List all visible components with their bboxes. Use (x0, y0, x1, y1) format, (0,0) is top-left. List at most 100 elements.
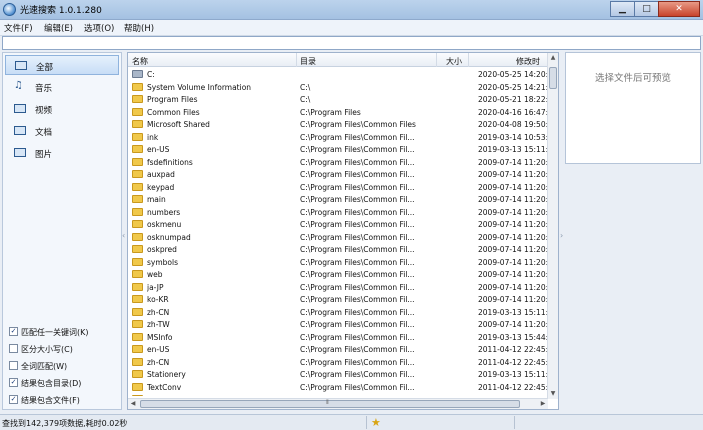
table-row[interactable]: TextConv C:\Program Files\Common Fil... 20… (128, 381, 548, 394)
option-include-directories[interactable]: ✓ 结果包含目录(D) (9, 376, 121, 390)
file-directory: C:\Program Files\Common Fil... (300, 132, 415, 142)
column-divider[interactable] (436, 53, 437, 67)
table-row[interactable]: web C:\Program Files\Common Fil... 2009-07… (128, 268, 548, 281)
maximize-button[interactable]: □ (634, 1, 659, 17)
file-modified-time: 2019-03-13 15:11: (478, 145, 548, 154)
collapse-left-icon[interactable]: ‹ (122, 230, 126, 242)
table-row[interactable]: auxpad C:\Program Files\Common Fil... 2009… (128, 168, 548, 181)
table-row[interactable]: en-USC:\Program Files\Common Fil...2011-… (128, 343, 548, 356)
file-directory: C:\Program Files\Common Fil... (300, 270, 415, 279)
checkbox-checked-icon[interactable]: ✓ (9, 378, 18, 387)
scroll-left-icon[interactable]: ◀ (128, 399, 138, 409)
folder-icon (132, 232, 143, 241)
file-name: C: (147, 70, 155, 79)
column-divider[interactable] (468, 53, 469, 67)
collapse-right-icon[interactable]: › (560, 230, 564, 242)
file-name: ink (147, 132, 159, 142)
table-row[interactable]: oskpred C:\Program Files\Common Fil... 200… (128, 243, 548, 256)
category-picture[interactable]: 图片 (5, 143, 119, 163)
file-modified-time: 2020-05-25 14:20: (478, 70, 548, 79)
music-icon: ♫ (14, 80, 23, 91)
category-video[interactable]: 视频 (5, 99, 119, 119)
table-row[interactable]: Program Files C:\ 2020-05-21 18:22: (128, 93, 548, 106)
category-document[interactable]: 文档 (5, 121, 119, 141)
checkbox-checked-icon[interactable]: ✓ (9, 395, 18, 404)
close-button[interactable]: ✕ (658, 1, 700, 17)
file-modified-time: 2009-07-14 11:20: (478, 157, 548, 167)
checkbox-unchecked-icon[interactable] (9, 361, 18, 370)
table-row[interactable]: ja-JP C:\Program Files\Common Fil... 2009-… (128, 281, 548, 294)
table-row[interactable]: en-US C:\Program Files\Common Fil... 2019-… (128, 143, 548, 156)
minimize-button[interactable]: ▁ (610, 1, 635, 17)
grip-icon: ⦀ (326, 399, 329, 406)
table-row[interactable]: symbols C:\Program Files\Common Fil... 200… (128, 256, 548, 269)
file-modified-time: 2009-07-14 11:20: (478, 195, 548, 204)
horizontal-scrollbar[interactable]: ◀ ⦀ ▶ (128, 398, 548, 409)
checkbox-checked-icon[interactable]: ✓ (9, 327, 18, 336)
table-row[interactable]: fsdefinitions C:\Program Files\Common Fil… (128, 156, 548, 169)
scroll-right-icon[interactable]: ▶ (538, 399, 548, 409)
option-whole-word[interactable]: 全词匹配(W) (9, 359, 121, 373)
folder-icon (132, 170, 143, 178)
table-row[interactable]: oskmenu C:\Program Files\Common Fil... 200… (128, 218, 548, 231)
file-name: en-US (147, 395, 297, 396)
search-input[interactable] (3, 37, 700, 49)
folder-icon (132, 332, 143, 341)
table-row[interactable]: en-USC:\Program Files\Common Fil...2011-… (128, 393, 548, 396)
file-directory: C:\ (300, 82, 311, 92)
category-label: 全部 (36, 63, 54, 73)
menu-file[interactable]: 文件(F) (4, 22, 33, 34)
vertical-scrollbar[interactable]: ▲ ▼ (547, 53, 558, 399)
left-splitter[interactable]: ‹ (122, 52, 126, 410)
table-row[interactable]: zh-TW C:\Program Files\Common Fil... 2009-… (128, 318, 548, 331)
table-row[interactable]: zh-CN C:\Program Files\Common Fil... 2019-… (128, 306, 548, 319)
table-row[interactable]: System Volume Information C:\ 2020-05-25 1… (128, 81, 548, 94)
folder-icon (132, 95, 143, 103)
right-splitter[interactable]: › (560, 52, 564, 410)
table-row[interactable]: Stationery C:\Program Files\Common Fil...… (128, 368, 548, 381)
column-directory[interactable]: 目录 (300, 56, 316, 67)
table-row[interactable]: zh-CN C:\Program Files\Common Fil... 2011-… (128, 356, 548, 369)
file-modified-time: 2009-07-14 11:20: (478, 282, 548, 292)
file-directory: C:\Program Files\Common Fil... (300, 257, 415, 267)
menu-help[interactable]: 帮助(H) (124, 22, 154, 34)
option-case-sensitive[interactable]: 区分大小写(C) (9, 342, 121, 356)
table-row[interactable]: main C:\Program Files\Common Fil... 2009-0… (128, 193, 548, 206)
category-all[interactable]: 全部 (5, 55, 119, 75)
table-row[interactable]: Microsoft Shared C:\Program Files\Common … (128, 118, 548, 131)
table-row[interactable]: numbers C:\Program Files\Common Fil... 200… (128, 206, 548, 219)
scroll-up-icon[interactable]: ▲ (548, 53, 558, 63)
column-modified[interactable]: 修改时 (516, 56, 540, 67)
checkbox-unchecked-icon[interactable] (9, 344, 18, 353)
table-row[interactable]: ko-KR C:\Program Files\Common Fil... 2009-… (128, 293, 548, 306)
folder-icon (132, 345, 143, 353)
menu-options[interactable]: 选项(O) (84, 22, 114, 34)
option-include-files[interactable]: ✓ 结果包含文件(F) (9, 393, 121, 407)
file-name: Stationery (147, 370, 186, 379)
scroll-down-icon[interactable]: ▼ (548, 389, 558, 399)
table-row[interactable]: C: 2020-05-25 14:20: (128, 68, 548, 81)
table-row[interactable]: MSInfo C:\Program Files\Common Fil... 2019… (128, 331, 548, 344)
file-modified-time: 2019-03-13 15:11: (478, 370, 548, 379)
file-name: System Volume Information (147, 82, 252, 92)
column-divider[interactable] (296, 53, 297, 67)
column-size[interactable]: 大小 (446, 56, 462, 67)
file-name: oskpred (147, 245, 177, 254)
category-music[interactable]: ♫ 音乐 (5, 77, 119, 97)
file-name: MSInfo (147, 332, 173, 342)
file-directory: C:\Program Files\Common Fil... (300, 182, 415, 192)
table-row[interactable]: Common Files C:\Program Files 2020-04-16 1… (128, 106, 548, 119)
option-match-any-keyword[interactable]: ✓ 匹配任一关键词(K) (9, 325, 121, 339)
file-name: Program Files (147, 95, 198, 104)
table-row[interactable]: keypad C:\Program Files\Common Fil... 2009… (128, 181, 548, 194)
scroll-thumb[interactable] (140, 400, 520, 408)
column-name[interactable]: 名称 (132, 56, 148, 67)
star-icon[interactable]: ★ (371, 416, 381, 429)
table-row[interactable]: osknumpad C:\Program Files\Common Fil... 2… (128, 231, 548, 244)
table-row[interactable]: ink C:\Program Files\Common Fil... 2019-03… (128, 131, 548, 144)
file-directory: C:\Program Files\Common Fil... (300, 307, 415, 317)
menu-edit[interactable]: 编辑(E) (44, 22, 73, 34)
scroll-thumb[interactable] (549, 67, 557, 89)
folder-icon (132, 195, 143, 203)
file-name: oskmenu (147, 220, 182, 229)
